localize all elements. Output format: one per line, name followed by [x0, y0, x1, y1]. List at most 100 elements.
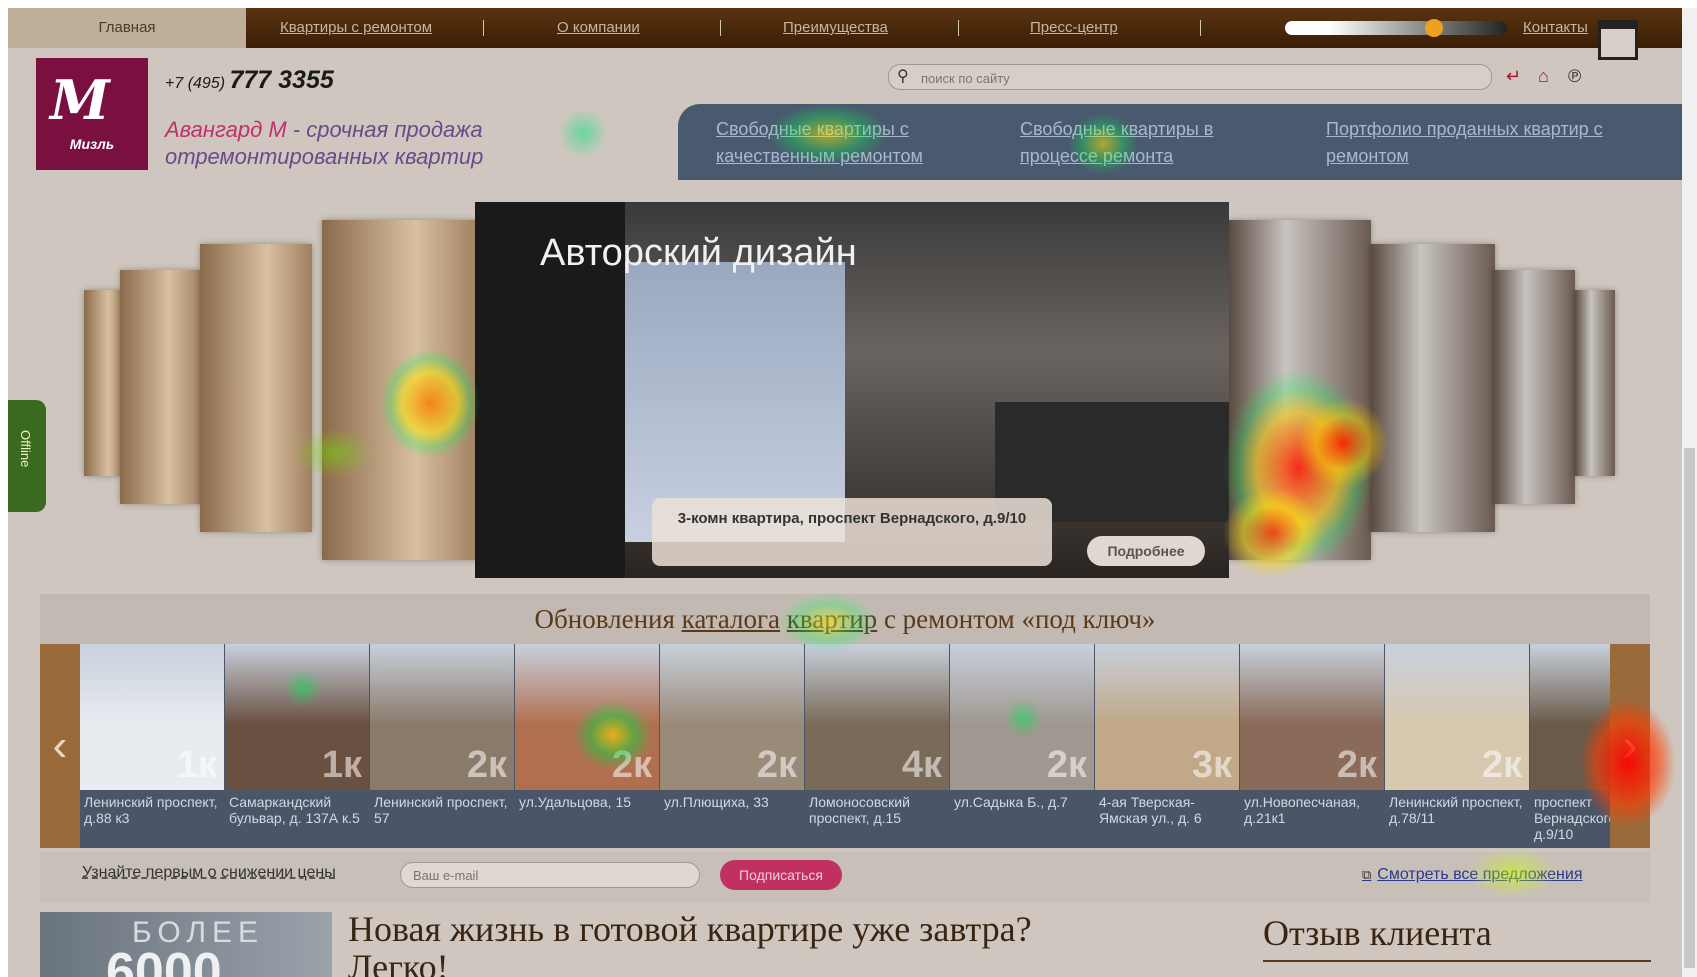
promo-number: 6000 [106, 943, 222, 977]
catalog-heading-prefix: Обновления [534, 604, 682, 634]
phone-number: 777 3355 [229, 66, 334, 94]
more-button[interactable]: Подробнее [1087, 536, 1205, 566]
rooms-badge: 3к [1191, 744, 1232, 786]
carousel-side-image[interactable] [1371, 244, 1495, 532]
catalog-item[interactable]: 2к ул.Новопесчаная, д.21к1 [1240, 644, 1385, 848]
catalog-address: ул.Новопесчаная, д.21к1 [1244, 794, 1360, 826]
carousel-main-slide[interactable]: Авторский дизайн 3-комн квартира, проспе… [475, 202, 1229, 578]
catalog-address: проспект Вернадского, д.9/10 [1534, 794, 1618, 842]
email-field[interactable] [400, 862, 700, 888]
search-input[interactable] [919, 68, 1463, 88]
logo-mark-icon: M [50, 68, 110, 132]
nav-separator [958, 20, 959, 36]
nav-about[interactable]: О компании [557, 8, 640, 48]
prev-arrow-icon[interactable]: ‹ [40, 644, 80, 848]
catalog-heading-suffix: с ремонтом «под ключ» [877, 604, 1156, 634]
catalog-heading: Обновления каталога квартир с ремонтом «… [40, 594, 1650, 644]
window-icon[interactable] [1598, 20, 1638, 60]
catalog-item[interactable]: 4к Ломоносовский проспект, д.15 [805, 644, 950, 848]
phone: +7 (495) 777 3355 [165, 66, 334, 95]
catalog-address: 4-ая Тверская-Ямская ул., д. 6 [1099, 794, 1202, 826]
carousel-side-image[interactable] [120, 270, 202, 504]
catalog-strip: ‹ 1к Ленинский проспект, д.88 к3 1к Самарка… [40, 644, 1650, 848]
catalog-address: Самаркандский бульвар, д. 137А к.5 [229, 794, 360, 826]
catalog-item[interactable]: 2к Ленинский проспект, 57 [370, 644, 515, 848]
slider-knob[interactable] [1425, 19, 1443, 37]
carousel-side-image[interactable] [1229, 220, 1371, 560]
nav-advantages[interactable]: Преимущества [783, 8, 888, 48]
heatmap-blob [558, 108, 608, 158]
catalog-address: Ленинский проспект, д.78/11 [1389, 794, 1523, 826]
all-offers-label: Смотреть все предложения [1377, 866, 1583, 883]
nav-apartments[interactable]: Квартиры с ремонтом [280, 8, 432, 48]
catalog-address: ул.Удальцова, 15 [519, 794, 632, 810]
slogan-brand: Авангард М [165, 117, 287, 142]
catalog-photo [1530, 644, 1620, 790]
link-portfolio[interactable]: Портфолио проданных квартир с ремонтом [1326, 116, 1616, 170]
link-free-in-progress[interactable]: Свободные квартиры в процессе ремонта [1020, 116, 1250, 170]
all-offers-link[interactable]: ⧉ Смотреть все предложения [1362, 866, 1582, 884]
catalog-item[interactable]: 1к Самаркандский бульвар, д. 137А к.5 [225, 644, 370, 848]
home-icon[interactable]: ⌂ [1538, 66, 1549, 87]
rooms-badge: 2к [756, 744, 797, 786]
catalog-item[interactable]: 3к 4-ая Тверская-Ямская ул., д. 6 [1095, 644, 1240, 848]
search-icon[interactable]: ⚲ [897, 66, 909, 86]
slogan-text: - срочная продажа [286, 117, 483, 142]
subscribe-label[interactable]: Узнайте первым о снижении цены [82, 864, 336, 882]
enter-icon[interactable]: ↵ [1506, 66, 1521, 87]
catalog-item[interactable]: проспект Вернадского, д.9/10 [1530, 644, 1620, 848]
external-icon: ⧉ [1362, 867, 1372, 882]
link-free-renovated[interactable]: Свободные квартиры с качественным ремонт… [716, 116, 946, 170]
catalog-item[interactable]: 2к Ленинский проспект, д.78/11 [1385, 644, 1530, 848]
next-arrow-icon[interactable]: › [1610, 644, 1650, 848]
sitemap-icon[interactable]: ℗ [1568, 66, 1581, 87]
rooms-badge: 2к [1046, 744, 1087, 786]
rooms-badge: 4к [901, 744, 942, 786]
subscribe-button[interactable]: Подписаться [720, 860, 842, 890]
scrollbar-thumb[interactable] [1684, 448, 1695, 968]
offline-label: Offline [18, 430, 33, 468]
nav-contacts[interactable]: Контакты [1523, 8, 1588, 48]
page: Главная Квартиры с ремонтом О компании П… [8, 8, 1682, 977]
slogan-line2: отремонтированных квартир [165, 144, 484, 169]
catalog-address: Ленинский проспект, 57 [374, 794, 508, 826]
catalog-item[interactable]: 2к ул.Удальцова, 15 [515, 644, 660, 848]
nav-home[interactable]: Главная [8, 8, 246, 48]
page-scrollbar[interactable] [1682, 8, 1697, 977]
carousel-side-image[interactable] [1575, 290, 1615, 476]
review-divider [1263, 960, 1651, 962]
rooms-badge: 2к [1481, 744, 1522, 786]
promo-banner[interactable]: БОЛЕЕ 6000 [40, 912, 332, 977]
headline: Новая жизнь в готовой квартире уже завтр… [348, 909, 1032, 977]
phone-prefix: +7 (495) [165, 75, 226, 92]
nav-separator [720, 20, 721, 36]
carousel-side-image[interactable] [84, 290, 124, 476]
rooms-badge: 1к [176, 744, 217, 786]
catalog-address: ул.Плющиха, 33 [664, 794, 769, 810]
catalog-address: Ломоносовский проспект, д.15 [809, 794, 910, 826]
carousel-side-image[interactable] [1493, 270, 1575, 504]
logo[interactable]: M Мизль [36, 58, 148, 170]
rooms-badge: 2к [466, 744, 507, 786]
offline-chat-tab[interactable]: Offline [8, 400, 46, 512]
catalog-item[interactable]: 2к ул.Плющиха, 33 [660, 644, 805, 848]
slide-caption: 3-комн квартира, проспект Вернадского, д… [652, 498, 1052, 566]
nav-separator [1200, 20, 1201, 36]
opacity-slider[interactable] [1285, 19, 1507, 37]
slide-title: Авторский дизайн [540, 232, 857, 274]
slogan: Авангард М - срочная продажа отремонтиро… [165, 116, 483, 170]
logo-word: Мизль [69, 136, 115, 152]
subscribe-bar: Узнайте первым о снижении цены Подписать… [40, 852, 1650, 902]
top-nav: Главная Квартиры с ремонтом О компании П… [8, 8, 1682, 48]
catalog-address: Ленинский проспект, д.88 к3 [84, 794, 218, 826]
carousel-side-image[interactable] [200, 244, 312, 532]
carousel-side-image[interactable] [322, 220, 478, 560]
search-box: ⚲ [888, 64, 1492, 90]
catalog-link[interactable]: каталога [682, 604, 780, 634]
catalog-item[interactable]: 2к ул.Садыка Б., д.7 [950, 644, 1095, 848]
review-title: Отзыв клиента [1263, 913, 1492, 953]
apartments-link[interactable]: квартир [787, 604, 877, 634]
nav-press[interactable]: Пресс-центр [1030, 8, 1118, 48]
catalog-item[interactable]: 1к Ленинский проспект, д.88 к3 [80, 644, 225, 848]
catalog-address: ул.Садыка Б., д.7 [954, 794, 1068, 810]
